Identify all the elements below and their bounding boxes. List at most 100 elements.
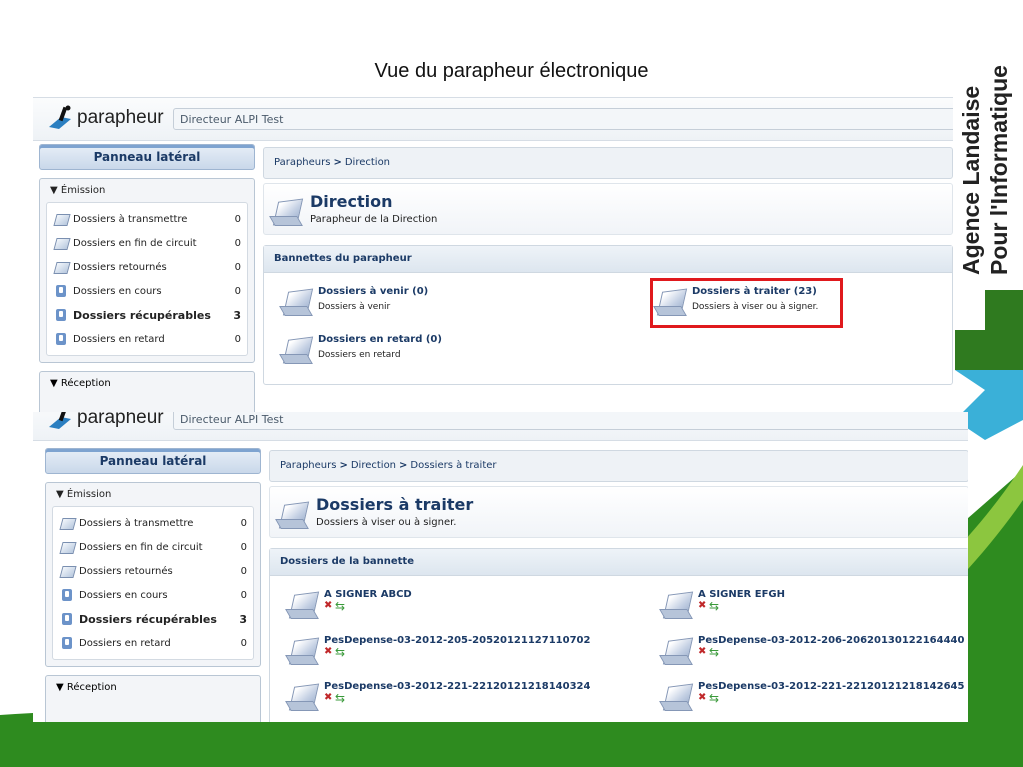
tray-icon	[53, 309, 69, 321]
main-panel: Parapheurs > Direction > Dossiers à traiter …	[269, 450, 968, 722]
sidebar: Panneau latéral ▼ Émission Dossiers à tr…	[45, 448, 261, 722]
parapheur-logo-icon	[49, 105, 71, 129]
emission-section: ▼ Émission Dossiers à transmettre 0 Dossi…	[45, 482, 261, 667]
sidebar-item-label: Dossiers retournés	[73, 261, 167, 273]
app-logo-text: parapheur	[77, 412, 164, 428]
parapheur-folder-icon	[270, 196, 302, 226]
folder-icon	[280, 334, 312, 364]
sidebar-item-label: Dossiers en retard	[73, 333, 165, 345]
page-title: Direction	[310, 192, 393, 211]
folder-icon	[286, 681, 318, 711]
reception-section[interactable]: ▼ Réception	[45, 675, 261, 722]
parapheur-info: Direction Parapheur de la Direction	[263, 183, 953, 235]
page-subtitle: Dossiers à viser ou à signer.	[316, 517, 457, 528]
sidebar-item-dossiers-en-retard[interactable]: Dossiers en retard 0	[53, 327, 241, 351]
sidebar-item-dossiers-a-transmettre[interactable]: Dossiers à transmettre 0	[59, 511, 247, 535]
sidebar-item-count: 0	[234, 333, 241, 345]
transfer-icon[interactable]	[709, 691, 721, 705]
folder-icon	[59, 517, 75, 529]
reject-icon[interactable]	[324, 600, 334, 613]
emission-title[interactable]: ▼ Émission	[50, 185, 248, 196]
reject-icon[interactable]	[324, 646, 334, 659]
tray-icon	[53, 285, 69, 297]
app-header: parapheur Directeur ALPI Test	[33, 97, 953, 141]
sidebar-item-dossiers-recuperables[interactable]: Dossiers récupérables 3	[59, 607, 247, 631]
folder-icon	[286, 635, 318, 665]
sidebar-header[interactable]: Panneau latéral	[45, 448, 261, 474]
agency-line-2: Pour l'Informatique	[986, 65, 1012, 275]
breadcrumb-item[interactable]: Parapheurs	[274, 157, 330, 168]
sidebar-item-dossiers-retournes[interactable]: Dossiers retournés 0	[59, 559, 247, 583]
agency-name: Agence Landaise Pour l'Informatique	[958, 40, 1018, 280]
sidebar-item-label: Dossiers en cours	[79, 589, 168, 601]
sidebar-item-count: 0	[234, 213, 241, 225]
dossier-title[interactable]: PesDepense-03-2012-206-20620130122164440	[698, 635, 964, 646]
sidebar-item-dossiers-fin-circuit[interactable]: Dossiers en fin de circuit 0	[53, 231, 241, 255]
green-logo-shape	[955, 290, 1023, 370]
sidebar-item-count: 0	[240, 589, 247, 601]
reject-icon[interactable]	[698, 692, 708, 705]
sidebar-item-label: Dossiers à transmettre	[79, 517, 194, 529]
reception-title: ▼ Réception	[50, 378, 111, 389]
breadcrumb-item[interactable]: Parapheurs	[280, 460, 336, 471]
reject-icon[interactable]	[698, 600, 708, 613]
breadcrumb-item[interactable]: Direction	[345, 157, 390, 168]
breadcrumb-item[interactable]: Direction	[351, 460, 396, 471]
sidebar-item-dossiers-a-transmettre[interactable]: Dossiers à transmettre 0	[53, 207, 241, 231]
dossier-title[interactable]: PesDepense-03-2012-205-20520121127110702	[324, 635, 590, 646]
breadcrumb-item[interactable]: Dossiers à traiter	[410, 460, 496, 471]
sidebar-item-dossiers-retournes[interactable]: Dossiers retournés 0	[53, 255, 241, 279]
transfer-icon[interactable]	[335, 599, 347, 613]
emission-title[interactable]: ▼ Émission	[56, 489, 254, 500]
folder-icon	[53, 261, 69, 273]
dossier-actions	[698, 645, 721, 659]
reception-section[interactable]: ▼ Réception	[39, 371, 255, 412]
page-title: Dossiers à traiter	[316, 495, 474, 514]
dossier-title[interactable]: PesDepense-03-2012-221-22120121218142645	[698, 681, 964, 692]
bannette-title[interactable]: Dossiers à venir (0)	[318, 286, 428, 297]
folder-icon	[53, 213, 69, 225]
bannette-title[interactable]: Dossiers en retard (0)	[318, 334, 442, 345]
transfer-icon[interactable]	[709, 599, 721, 613]
transfer-icon[interactable]	[709, 645, 721, 659]
sidebar-item-label: Dossiers en cours	[73, 285, 162, 297]
sidebar-item-dossiers-fin-circuit[interactable]: Dossiers en fin de circuit 0	[59, 535, 247, 559]
sidebar-item-label: Dossiers en retard	[79, 637, 171, 649]
folder-icon	[59, 541, 75, 553]
sidebar-item-label: Dossiers récupérables	[79, 612, 217, 626]
reject-icon[interactable]	[324, 692, 334, 705]
reject-icon[interactable]	[698, 646, 708, 659]
parapheur-logo-icon	[49, 412, 71, 429]
section-title: Bannettes du parapheur	[264, 246, 952, 273]
page-subtitle: Parapheur de la Direction	[310, 214, 438, 225]
folder-icon	[59, 565, 75, 577]
emission-section: ▼ Émission Dossiers à transmettre 0 Dossi…	[39, 178, 255, 363]
sidebar-item-label: Dossiers récupérables	[73, 308, 211, 322]
bannette-folder-icon	[276, 499, 308, 529]
app-logo[interactable]: parapheur	[47, 412, 164, 431]
sidebar-item-dossiers-en-cours[interactable]: Dossiers en cours 0	[59, 583, 247, 607]
dossier-actions	[324, 645, 347, 659]
sidebar-item-count: 0	[240, 517, 247, 529]
sidebar-item-label: Dossiers en fin de circuit	[73, 237, 197, 249]
dossiers-panel: Dossiers de la bannette A SIGNER ABCD A …	[269, 548, 968, 722]
transfer-icon[interactable]	[335, 645, 347, 659]
sidebar-item-label: Dossiers à transmettre	[73, 213, 188, 225]
sidebar-item-dossiers-en-retard[interactable]: Dossiers en retard 0	[59, 631, 247, 655]
sidebar-header[interactable]: Panneau latéral	[39, 144, 255, 170]
sidebar-item-count: 0	[240, 541, 247, 553]
tray-icon	[53, 333, 69, 345]
sidebar-item-count: 0	[234, 261, 241, 273]
emission-list: Dossiers à transmettre 0 Dossiers en fin …	[46, 202, 248, 356]
screenshot-dossiers-a-traiter: parapheur Directeur ALPI Test Panneau la…	[33, 412, 968, 722]
app-logo[interactable]: parapheur	[47, 105, 164, 131]
dossier-title[interactable]: PesDepense-03-2012-221-22120121218140324	[324, 681, 590, 692]
folder-icon	[53, 237, 69, 249]
sidebar-item-dossiers-recuperables[interactable]: Dossiers récupérables 3	[53, 303, 241, 327]
sidebar-item-label: Dossiers en fin de circuit	[79, 541, 203, 553]
user-field[interactable]: Directeur ALPI Test	[173, 412, 968, 430]
transfer-icon[interactable]	[335, 691, 347, 705]
sidebar-item-dossiers-en-cours[interactable]: Dossiers en cours 0	[53, 279, 241, 303]
user-field[interactable]: Directeur ALPI Test	[173, 108, 953, 130]
sidebar: Panneau latéral ▼ Émission Dossiers à tr…	[39, 144, 255, 412]
